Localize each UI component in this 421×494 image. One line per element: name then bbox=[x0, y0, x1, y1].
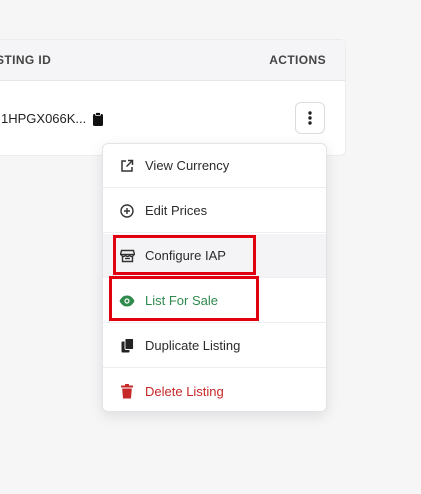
menu-item-label: View Currency bbox=[145, 158, 230, 173]
menu-item-delete-listing[interactable]: Delete Listing bbox=[103, 369, 326, 413]
menu-item-label: Configure IAP bbox=[145, 248, 226, 263]
menu-item-configure-iap[interactable]: Configure IAP bbox=[103, 234, 326, 278]
row-actions-menu: View Currency Edit Prices Configure IAP bbox=[102, 143, 327, 412]
listings-table: STING ID ACTIONS 1HPGX066K... bbox=[0, 39, 346, 156]
kebab-icon bbox=[308, 111, 312, 125]
menu-item-list-for-sale[interactable]: List For Sale bbox=[103, 279, 326, 323]
menu-item-label: Delete Listing bbox=[145, 383, 224, 399]
column-header-actions: ACTIONS bbox=[269, 53, 326, 67]
copy-icon bbox=[119, 338, 135, 354]
trash-icon bbox=[119, 383, 135, 399]
row-actions-button[interactable] bbox=[295, 102, 325, 134]
menu-item-edit-prices[interactable]: Edit Prices bbox=[103, 189, 326, 233]
column-header-listing-id: STING ID bbox=[0, 53, 52, 67]
plus-circle-icon bbox=[119, 203, 135, 219]
table-header: STING ID ACTIONS bbox=[0, 40, 345, 81]
menu-item-label: Duplicate Listing bbox=[145, 338, 241, 353]
menu-item-label: List For Sale bbox=[145, 293, 218, 308]
external-link-icon bbox=[119, 158, 135, 174]
menu-item-view-currency[interactable]: View Currency bbox=[103, 144, 326, 188]
menu-item-label: Edit Prices bbox=[145, 203, 208, 218]
listing-id-cell: 1HPGX066K... bbox=[1, 111, 104, 126]
eye-icon bbox=[119, 293, 135, 309]
listing-id-value: 1HPGX066K... bbox=[1, 111, 87, 126]
clipboard-icon[interactable] bbox=[92, 111, 104, 126]
menu-item-duplicate-listing[interactable]: Duplicate Listing bbox=[103, 324, 326, 368]
store-icon bbox=[119, 248, 135, 264]
